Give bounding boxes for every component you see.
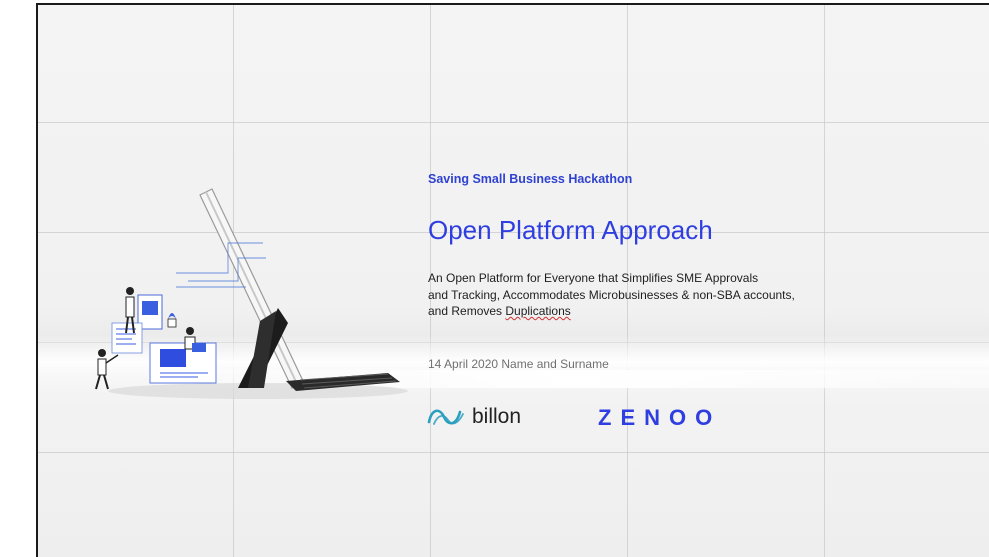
description-line: An Open Platform for Everyone that Simpl… — [428, 271, 759, 285]
people-illustration — [95, 287, 217, 390]
subtitle: Saving Small Business Hackathon — [428, 172, 633, 186]
grid-line — [824, 5, 825, 557]
description: An Open Platform for Everyone that Simpl… — [428, 270, 795, 320]
presentation-slide: Saving Small Business Hackathon Open Pla… — [36, 3, 989, 557]
description-text: and Removes — [428, 304, 506, 318]
description-line: and Tracking, Accommodates Microbusiness… — [428, 287, 795, 302]
page-title: Open Platform Approach — [428, 215, 713, 245]
date-line: 14 April 2020 Name and Surname — [428, 357, 609, 371]
zenoo-logo: ZENOO — [598, 405, 722, 430]
grid-line — [38, 452, 989, 453]
grid-line — [38, 122, 989, 123]
description-underlined-word: Duplications — [505, 304, 571, 318]
billon-wave-icon — [427, 409, 464, 425]
billon-logo-text: billon — [472, 405, 522, 428]
tablet-illustration — [95, 188, 408, 399]
description-line: and Removes Duplications — [428, 303, 795, 320]
billon-logo: billon — [426, 405, 521, 429]
